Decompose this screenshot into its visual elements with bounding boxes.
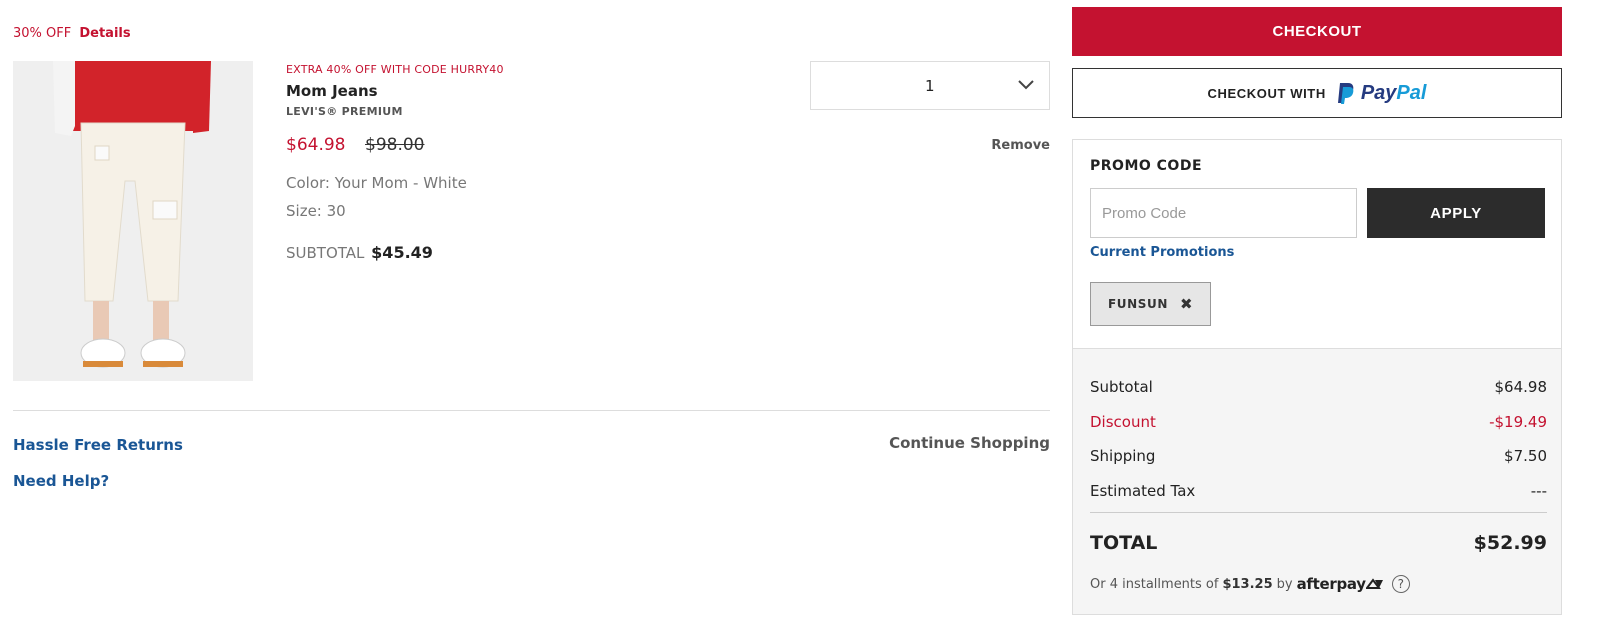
- quantity-select[interactable]: 1: [810, 61, 1050, 110]
- installments-amount: $13.25: [1222, 576, 1273, 592]
- item-subtotal-value: $45.49: [371, 243, 433, 262]
- subtotal-row: Subtotal $64.98: [1090, 378, 1547, 396]
- total-value: $52.99: [1473, 532, 1547, 554]
- order-summary: PROMO CODE APPLY Current Promotions FUNS…: [1072, 139, 1562, 615]
- offer-banner: 30% OFF Details: [13, 26, 131, 41]
- item-subtotal: SUBTOTAL $45.49: [286, 243, 433, 262]
- applied-promo-chip[interactable]: FUNSUN ✖: [1090, 282, 1211, 326]
- subtotal-value: $64.98: [1494, 378, 1548, 396]
- paypal-pal: Pal: [1396, 81, 1427, 104]
- afterpay-help-icon[interactable]: ?: [1391, 575, 1410, 593]
- tax-value: ---: [1530, 482, 1547, 500]
- offer-details-link[interactable]: Details: [79, 26, 130, 41]
- applied-promo-code: FUNSUN: [1108, 297, 1169, 311]
- shipping-value: $7.50: [1504, 447, 1547, 465]
- offer-text: 30% OFF: [13, 26, 72, 41]
- tax-label: Estimated Tax: [1090, 482, 1196, 500]
- hassle-free-returns-link[interactable]: Hassle Free Returns: [13, 436, 183, 454]
- total-label: TOTAL: [1090, 532, 1158, 554]
- product-photo-illustration: [13, 61, 253, 381]
- original-price: $98.00: [365, 135, 425, 155]
- installments-by: by: [1276, 576, 1293, 592]
- need-help-link[interactable]: Need Help?: [13, 472, 109, 490]
- shipping-label: Shipping: [1090, 447, 1156, 465]
- item-subtotal-label: SUBTOTAL: [286, 244, 365, 262]
- totals-panel: Subtotal $64.98 Discount -$19.49 Shippin…: [1073, 348, 1561, 614]
- checkout-button[interactable]: CHECKOUT: [1072, 7, 1562, 56]
- subtotal-label: Subtotal: [1090, 378, 1153, 396]
- sale-price: $64.98: [286, 135, 346, 155]
- promo-code-input[interactable]: [1090, 188, 1357, 238]
- current-promotions-link[interactable]: Current Promotions: [1090, 245, 1234, 260]
- afterpay-logo: afterpay: [1296, 575, 1366, 593]
- apply-promo-button[interactable]: APPLY: [1367, 188, 1545, 238]
- shipping-row: Shipping $7.50: [1090, 447, 1547, 465]
- product-image[interactable]: [13, 61, 253, 381]
- paypal-pay: Pay: [1360, 81, 1397, 104]
- paypal-prefix: CHECKOUT WITH: [1207, 85, 1326, 101]
- tax-row: Estimated Tax ---: [1090, 482, 1547, 500]
- discount-value: -$19.49: [1489, 413, 1547, 431]
- remove-promo-icon[interactable]: ✖: [1180, 295, 1193, 313]
- section-divider: [13, 410, 1050, 411]
- product-name[interactable]: Mom Jeans: [286, 82, 378, 100]
- paypal-checkout-button[interactable]: CHECKOUT WITH PayPal: [1072, 68, 1562, 118]
- product-promo-message: EXTRA 40% OFF WITH CODE HURRY40: [286, 63, 504, 76]
- continue-shopping-link[interactable]: Continue Shopping: [889, 434, 1050, 452]
- total-row: TOTAL $52.99: [1090, 532, 1547, 554]
- remove-item-button[interactable]: Remove: [991, 138, 1050, 153]
- totals-divider: [1090, 512, 1547, 513]
- afterpay-arrows-icon: [1365, 578, 1383, 589]
- installments-prefix: Or 4 installments of: [1090, 576, 1219, 592]
- paypal-wordmark: PayPal: [1361, 82, 1427, 105]
- quantity-value: 1: [925, 77, 935, 95]
- product-size: Size: 30: [286, 202, 346, 220]
- discount-label: Discount: [1090, 413, 1156, 431]
- paypal-logo-icon: [1337, 83, 1354, 104]
- product-brand: LEVI'S® PREMIUM: [286, 105, 403, 118]
- chevron-down-icon: [1018, 80, 1034, 90]
- product-color: Color: Your Mom - White: [286, 174, 467, 192]
- discount-row: Discount -$19.49: [1090, 413, 1547, 431]
- promo-code-title: PROMO CODE: [1090, 158, 1203, 174]
- afterpay-installments: Or 4 installments of $13.25 by afterpay …: [1090, 575, 1410, 593]
